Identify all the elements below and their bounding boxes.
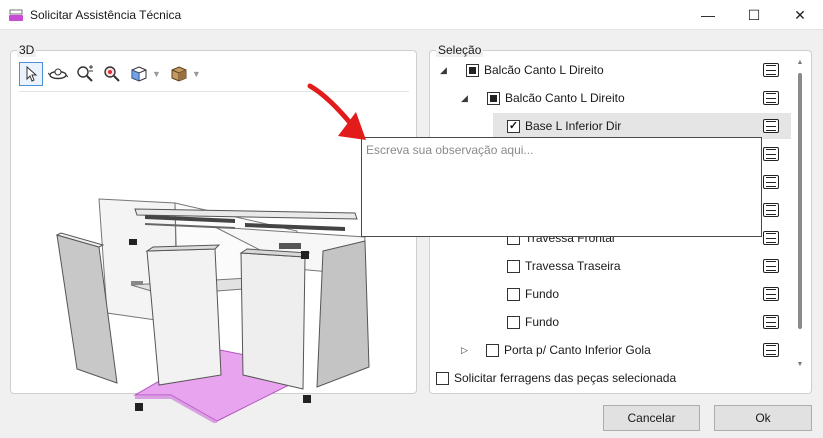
chevron-down-icon[interactable]: ▼: [192, 69, 201, 79]
orbit-icon[interactable]: [46, 62, 70, 86]
box-material-icon[interactable]: [167, 62, 191, 86]
tree-item-balcao-canto-l[interactable]: ◢ Balcão Canto L Direito: [440, 57, 604, 83]
ok-button[interactable]: Ok: [714, 405, 812, 431]
cancel-button[interactable]: Cancelar: [603, 405, 700, 431]
tree-checkbox[interactable]: [507, 259, 520, 273]
observation-popup: [361, 137, 762, 237]
request-hardware-checkbox[interactable]: [436, 371, 449, 385]
cursor-icon[interactable]: [19, 62, 43, 86]
tree-item-fundo[interactable]: Fundo: [507, 281, 559, 307]
tree-item-label: Base L Inferior Dir: [525, 119, 622, 133]
notes-icon[interactable]: [763, 175, 779, 189]
tree-item-label: Fundo: [525, 315, 560, 329]
window-title: Solicitar Assistência Técnica: [30, 8, 182, 22]
cabinet-3d-viewport[interactable]: [35, 143, 375, 423]
expand-arrow-icon[interactable]: ▷: [461, 345, 471, 356]
zoom-fit-icon[interactable]: [100, 62, 124, 86]
request-hardware-label: Solicitar ferragens das peças selecionad…: [454, 371, 677, 385]
notes-icon[interactable]: [763, 315, 779, 329]
maximize-button[interactable]: ☐: [731, 0, 777, 30]
tree-checkbox[interactable]: [466, 63, 479, 77]
viewer-toolbar: ▼ ▼: [19, 61, 207, 87]
tree-item-fundo[interactable]: Fundo: [507, 309, 559, 335]
scroll-down-icon[interactable]: ▼: [796, 361, 804, 368]
tree-scrollbar[interactable]: ▲ ▼: [796, 59, 804, 371]
tree-checkbox[interactable]: [487, 91, 500, 105]
observation-input[interactable]: [362, 138, 761, 236]
tree-item-label: Balcão Canto L Direito: [484, 63, 604, 77]
title-bar: Solicitar Assistência Técnica — ☐ ✕: [0, 0, 823, 30]
notes-icon[interactable]: [763, 147, 779, 161]
minimize-button[interactable]: —: [685, 0, 731, 30]
tree-checkbox[interactable]: [507, 287, 520, 301]
request-hardware-option[interactable]: Solicitar ferragens das peças selecionad…: [436, 371, 676, 385]
app-icon: [9, 9, 23, 21]
expand-arrow-icon[interactable]: ◢: [461, 93, 471, 104]
tree-checkbox[interactable]: ✓: [507, 119, 520, 133]
expand-arrow-icon[interactable]: ◢: [440, 65, 450, 76]
notes-icon[interactable]: [763, 63, 779, 77]
notes-icon[interactable]: [763, 287, 779, 301]
tree-item-label: Porta p/ Canto Inferior Gola: [504, 343, 651, 357]
tree-item-label: Fundo: [525, 287, 560, 301]
notes-icon[interactable]: [763, 231, 779, 245]
notes-icon[interactable]: [763, 91, 779, 105]
tree-checkbox[interactable]: [486, 343, 499, 357]
chevron-down-icon[interactable]: ▼: [152, 69, 161, 79]
scroll-up-icon[interactable]: ▲: [796, 59, 804, 66]
tree-item-label: Travessa Traseira: [525, 259, 621, 273]
panel-3d-label: 3D: [17, 43, 37, 57]
notes-icon[interactable]: [763, 203, 779, 217]
tree-item-balcao-canto-l-child[interactable]: ◢ Balcão Canto L Direito: [461, 85, 625, 111]
zoom-plus-minus-icon[interactable]: [73, 62, 97, 86]
notes-icon[interactable]: [763, 119, 779, 133]
tree-item-base-l-inferior[interactable]: ✓ Base L Inferior Dir: [507, 113, 621, 139]
scroll-thumb[interactable]: [798, 73, 802, 329]
tree-checkbox[interactable]: [507, 315, 520, 329]
tree-item-travessa-traseira[interactable]: Travessa Traseira: [507, 253, 621, 279]
tree-item-label: Balcão Canto L Direito: [505, 91, 625, 105]
view-cube-icon[interactable]: [127, 62, 151, 86]
notes-icon[interactable]: [763, 343, 779, 357]
annotation-arrow-icon: [307, 83, 366, 140]
tree-item-porta-canto[interactable]: ▷ Porta p/ Canto Inferior Gola: [461, 337, 651, 363]
close-button[interactable]: ✕: [777, 0, 823, 30]
notes-icon[interactable]: [763, 259, 779, 273]
